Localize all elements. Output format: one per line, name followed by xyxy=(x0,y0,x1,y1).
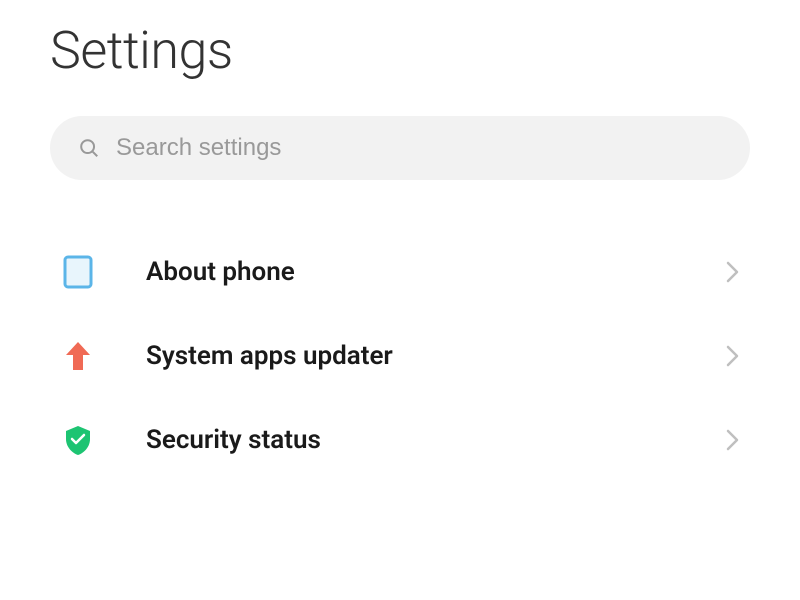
phone-outline-icon xyxy=(60,254,96,290)
arrow-up-icon xyxy=(60,338,96,374)
settings-item-label: Security status xyxy=(146,425,726,455)
settings-list: About phone System apps updater xyxy=(50,230,750,482)
settings-item-system-apps-updater[interactable]: System apps updater xyxy=(60,314,740,398)
settings-item-about-phone[interactable]: About phone xyxy=(60,230,740,314)
search-bar[interactable] xyxy=(50,116,750,180)
page-title: Settings xyxy=(50,20,750,81)
search-input[interactable] xyxy=(116,134,722,162)
chevron-right-icon xyxy=(726,344,740,368)
chevron-right-icon xyxy=(726,428,740,452)
search-icon xyxy=(78,137,100,159)
settings-item-security-status[interactable]: Security status xyxy=(60,398,740,482)
settings-item-label: System apps updater xyxy=(146,341,726,371)
settings-item-label: About phone xyxy=(146,257,726,287)
chevron-right-icon xyxy=(726,260,740,284)
shield-check-icon xyxy=(60,422,96,458)
